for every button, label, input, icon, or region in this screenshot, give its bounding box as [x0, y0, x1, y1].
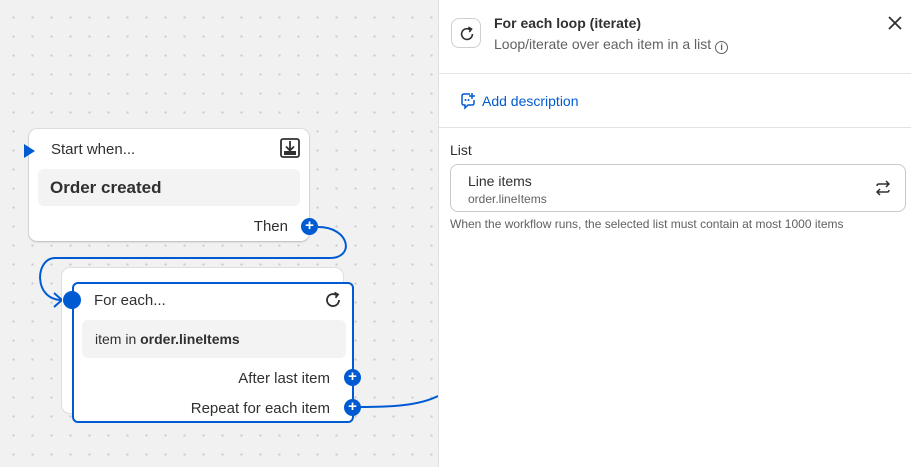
- chat-add-icon: [461, 93, 475, 110]
- loop-item-summary: item in order.lineItems: [82, 320, 346, 358]
- panel-description: Loop/iterate over each item in a list i: [494, 36, 729, 54]
- refresh-icon: [460, 26, 474, 41]
- add-description-button[interactable]: Add description: [459, 92, 579, 110]
- then-connector-label: Then: [253, 218, 288, 235]
- description-section: Add description: [439, 74, 911, 128]
- panel-header: For each loop (iterate) Loop/iterate ove…: [439, 0, 911, 74]
- loop-item-list: order.lineItems: [140, 331, 240, 347]
- list-value: Line items: [468, 173, 532, 189]
- add-step-after-last-button[interactable]: +: [344, 369, 361, 386]
- step-config-panel: For each loop (iterate) Loop/iterate ove…: [438, 0, 911, 467]
- swap-icon[interactable]: [875, 180, 891, 196]
- add-description-label: Add description: [482, 93, 579, 109]
- refresh-icon: [326, 291, 340, 307]
- panel-title: For each loop (iterate): [494, 15, 642, 31]
- entry-marker-icon: [24, 144, 35, 158]
- info-icon[interactable]: i: [715, 41, 729, 54]
- loop-item-prefix: item in: [95, 331, 137, 347]
- download-icon: [280, 138, 300, 158]
- after-last-item-label: After last item: [238, 370, 330, 387]
- loop-entry-port: [63, 291, 81, 309]
- start-trigger-node[interactable]: Start when... Order created Then: [24, 129, 309, 241]
- list-select-field[interactable]: Line items order.lineItems: [450, 164, 906, 212]
- repeat-each-item-label: Repeat for each item: [190, 400, 330, 417]
- workflow-canvas[interactable]: Start when... Order created Then + For e…: [0, 0, 438, 467]
- loop-node-title: For each...: [94, 292, 166, 309]
- panel-description-text: Loop/iterate over each item in a list: [494, 36, 712, 52]
- start-node-title: Start when...: [51, 141, 136, 158]
- list-label: List: [450, 142, 472, 158]
- list-path: order.lineItems: [468, 192, 547, 206]
- start-node-event: Order created: [38, 169, 300, 206]
- step-icon-box: [451, 18, 481, 48]
- add-step-repeat-button[interactable]: +: [344, 399, 361, 416]
- add-step-then-button[interactable]: +: [301, 218, 318, 235]
- list-help-text: When the workflow runs, the selected lis…: [450, 217, 844, 231]
- for-each-node[interactable]: For each... item in order.lineItems Afte…: [63, 282, 354, 423]
- close-icon[interactable]: [886, 14, 904, 32]
